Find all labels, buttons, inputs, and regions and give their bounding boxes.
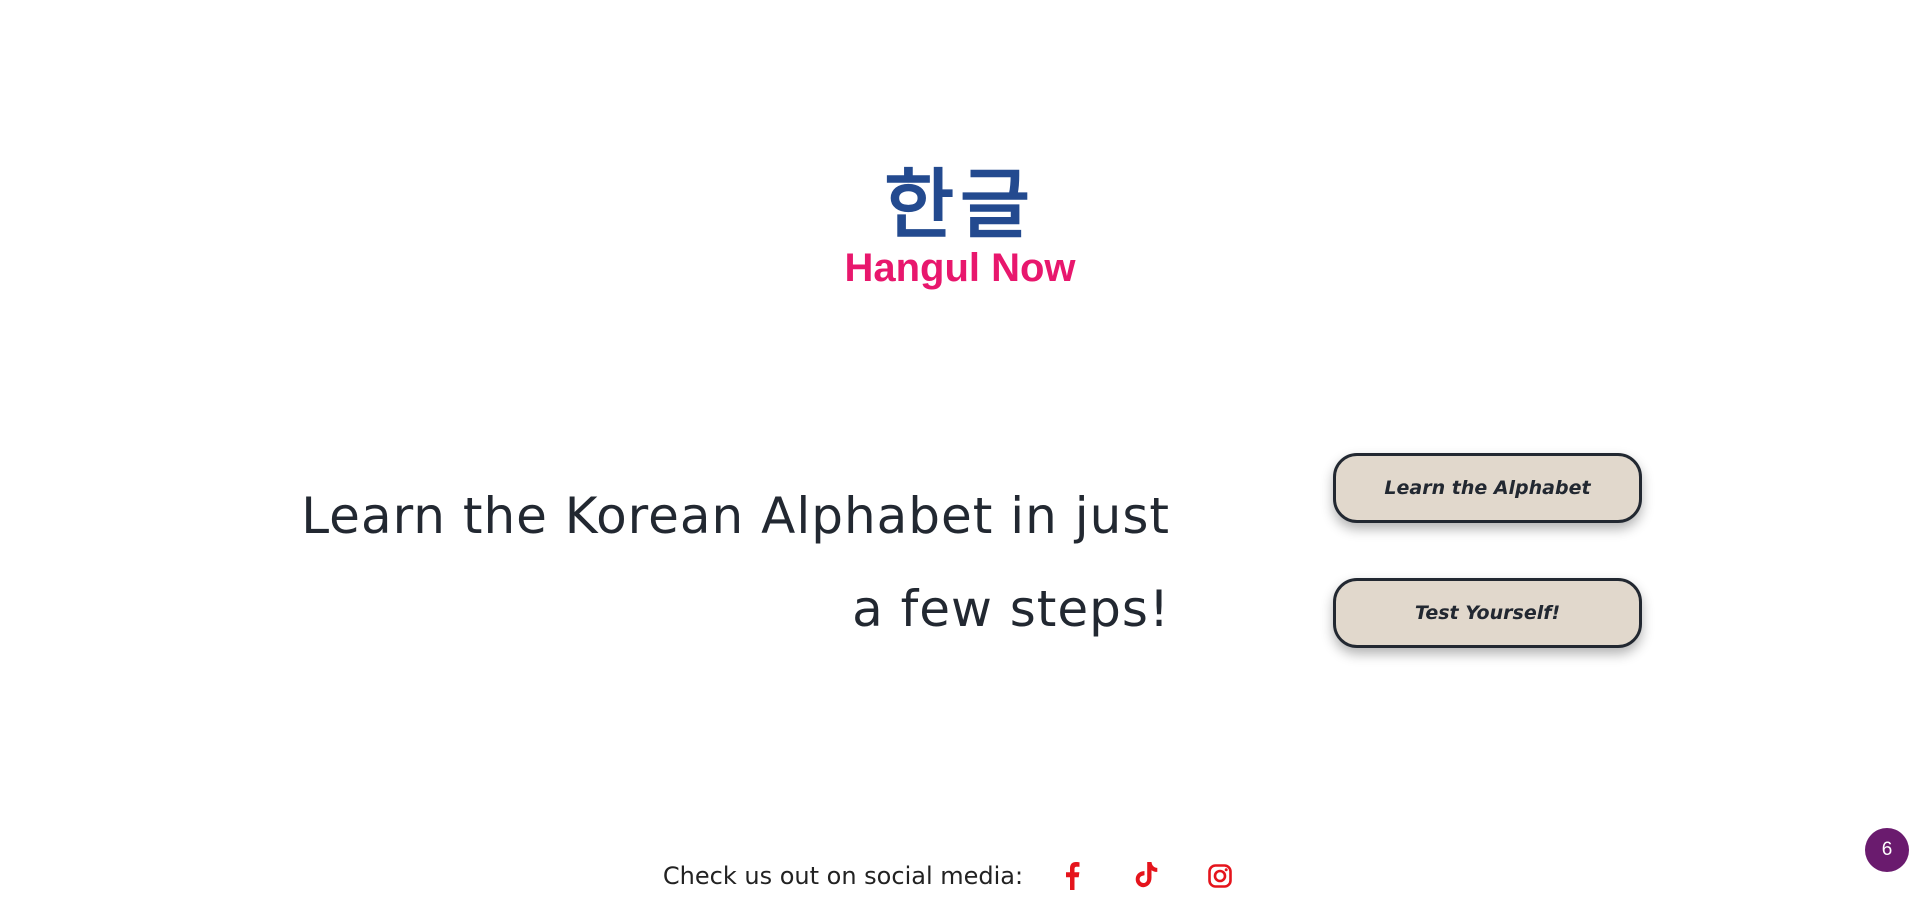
learn-alphabet-button[interactable]: Learn the Alphabet	[1333, 453, 1642, 523]
logo[interactable]: 한글 Hangul Now	[0, 160, 1920, 290]
social-media-bar: Check us out on social media:	[0, 858, 1920, 894]
page: 한글 Hangul Now Learn the Korean Alphabet …	[0, 0, 1920, 912]
social-media-label: Check us out on social media:	[662, 862, 1024, 890]
tiktok-icon[interactable]	[1126, 858, 1166, 894]
logo-name: Hangul Now	[844, 246, 1076, 290]
instagram-icon[interactable]	[1200, 858, 1240, 894]
logo-korean-text: 한글	[884, 160, 1036, 249]
notification-badge[interactable]: 6	[1865, 828, 1909, 872]
test-yourself-button[interactable]: Test Yourself!	[1333, 578, 1642, 648]
facebook-icon[interactable]	[1052, 858, 1092, 894]
hero-tagline: Learn the Korean Alphabet in just a few …	[301, 487, 1170, 638]
